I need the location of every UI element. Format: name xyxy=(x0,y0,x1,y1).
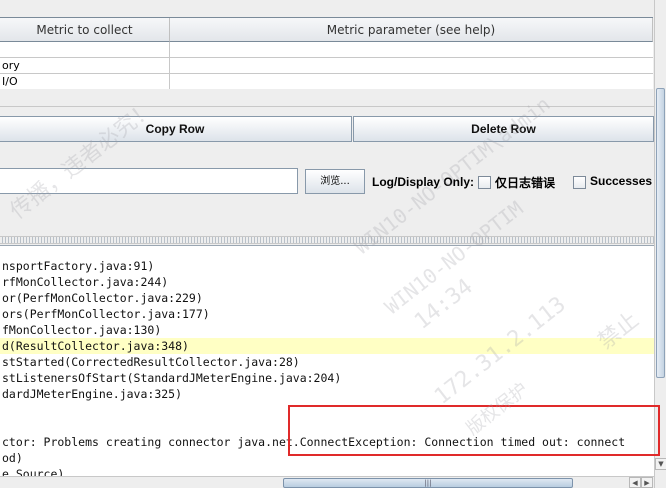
scrollbar-track-thumb[interactable] xyxy=(656,88,665,378)
successes-checkbox[interactable] xyxy=(573,176,586,189)
split-pane-divider[interactable] xyxy=(0,236,654,244)
delete-row-button[interactable]: Delete Row xyxy=(353,116,654,142)
scrollbar-thumb[interactable]: ||| xyxy=(283,478,573,488)
copy-row-button[interactable]: Copy Row xyxy=(0,116,352,142)
filename-input[interactable] xyxy=(0,168,298,194)
log-line: or(PerfMonCollector.java:229) xyxy=(2,291,203,305)
errors-only-checkbox[interactable] xyxy=(478,176,491,189)
log-line: ors(PerfMonCollector.java:177) xyxy=(2,307,210,321)
log-line: stStarted(CorrectedResultCollector.java:… xyxy=(2,355,300,369)
highlight-annotation-box xyxy=(288,405,660,456)
browse-button[interactable]: 浏览... xyxy=(305,169,365,194)
log-line: nsportFactory.java:91) xyxy=(2,259,155,273)
log-horizontal-scrollbar[interactable]: ||| ◀ ▶ xyxy=(0,476,654,488)
log-line: fMonCollector.java:130) xyxy=(2,323,162,337)
table-row[interactable]: ory xyxy=(0,58,653,74)
log-line: dardJMeterEngine.java:325) xyxy=(2,387,183,401)
metrics-table[interactable]: Metric to collect Metric parameter (see … xyxy=(0,17,653,90)
column-header-parameter[interactable]: Metric parameter (see help) xyxy=(170,18,653,42)
scroll-down-icon[interactable]: ▼ xyxy=(655,458,666,470)
log-line: e Source) xyxy=(2,467,65,476)
column-header-metric[interactable]: Metric to collect xyxy=(0,18,170,42)
watermark-text: 传播，违者必究！ xyxy=(5,96,160,225)
log-line: stListenersOfStart(StandardJMeterEngine.… xyxy=(2,371,342,385)
metric-cell[interactable]: ory xyxy=(0,58,170,74)
scroll-right-icon[interactable]: ▶ xyxy=(641,477,653,488)
table-row[interactable] xyxy=(0,42,653,58)
metric-cell[interactable]: I/O xyxy=(0,74,170,90)
errors-only-label: 仅日志错误 xyxy=(495,176,556,190)
log-line: d(ResultCollector.java:348) xyxy=(2,339,189,353)
scroll-left-icon[interactable]: ◀ xyxy=(629,477,641,488)
table-bottom-strip xyxy=(0,89,654,107)
top-strip xyxy=(0,0,654,17)
log-line: rfMonCollector.java:244) xyxy=(2,275,169,289)
log-display-only-label: Log/Display Only: xyxy=(372,175,475,189)
table-row[interactable]: I/O xyxy=(0,74,653,90)
successes-label: Successes xyxy=(590,174,653,188)
log-line: od) xyxy=(2,451,23,465)
metric-cell[interactable] xyxy=(0,42,170,58)
